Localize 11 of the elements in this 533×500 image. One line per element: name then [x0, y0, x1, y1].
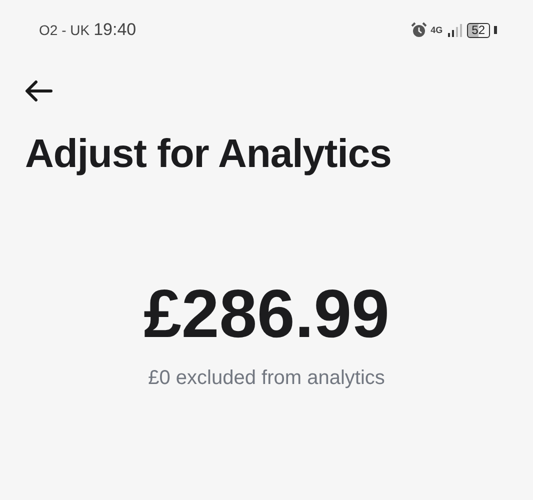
signal-icon — [446, 23, 463, 37]
excluded-note: £0 excluded from analytics — [148, 367, 385, 390]
network-type: 4G — [430, 25, 443, 35]
battery-indicator: 52 — [466, 22, 490, 38]
alarm-clock-icon — [410, 22, 427, 38]
clock-time: 19:40 — [94, 20, 136, 40]
page-title: Adjust for Analytics — [25, 132, 392, 177]
back-arrow-icon[interactable] — [25, 80, 53, 102]
battery-tip-icon — [494, 26, 497, 34]
carrier-name: O2 - UK — [39, 22, 90, 38]
total-amount: £286.99 — [144, 275, 390, 353]
